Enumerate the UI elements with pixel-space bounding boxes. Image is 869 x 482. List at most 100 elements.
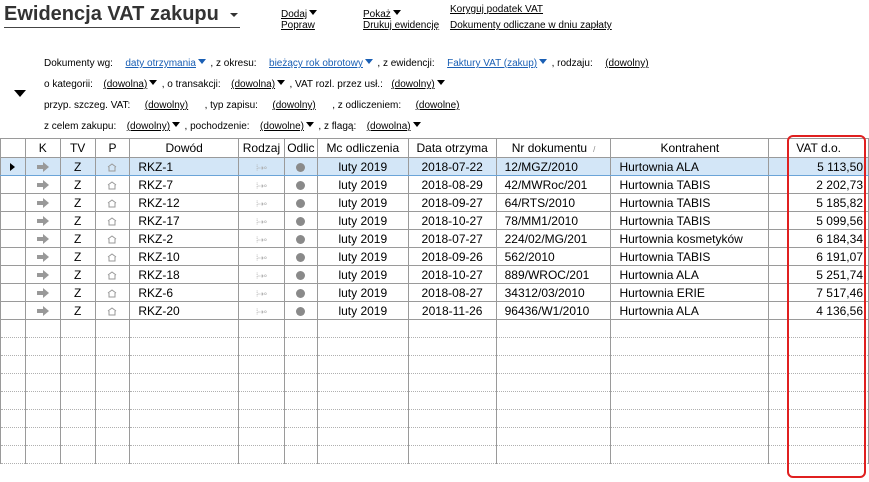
col-header-tv[interactable]: TV (59, 138, 96, 158)
k-cell[interactable] (24, 211, 61, 230)
kontrahent-cell[interactable]: Hurtownia ALA (610, 157, 770, 176)
documents-grid[interactable]: K TV P Dowód Rodzaj Odlic Mc odliczenia … (0, 138, 869, 482)
data-otrzyma-cell[interactable]: 2018-09-27 (407, 193, 497, 212)
odlic-cell[interactable] (283, 229, 318, 248)
row-indicator[interactable] (0, 265, 26, 284)
vat-do-cell[interactable]: 5 099,56 (768, 211, 869, 230)
row-indicator[interactable] (0, 247, 26, 266)
z-ewidencji-select[interactable]: Faktury VAT (zakup) (447, 58, 537, 69)
dowod-cell[interactable]: RKZ-2 (129, 229, 239, 248)
k-cell[interactable] (24, 265, 61, 284)
nr-dokumentu-cell[interactable]: 889/WROC/201 (495, 265, 612, 284)
tv-cell[interactable]: Z (59, 247, 96, 266)
title-dropdown-icon[interactable] (230, 13, 238, 17)
dokumenty-odliczane-link[interactable]: Dokumenty odliczane w dniu zapłaty (450, 20, 612, 31)
popraw-link[interactable]: Popraw (281, 20, 315, 31)
mc-odliczenia-cell[interactable]: luty 2019 (316, 229, 409, 248)
row-indicator[interactable] (0, 301, 26, 320)
p-cell[interactable] (94, 283, 131, 302)
nr-dokumentu-cell[interactable]: 562/2010 (495, 247, 612, 266)
nr-dokumentu-cell[interactable]: 78/MM1/2010 (495, 211, 612, 230)
mc-odliczenia-cell[interactable]: luty 2019 (316, 301, 409, 320)
nr-dokumentu-cell[interactable]: 64/RTS/2010 (495, 193, 612, 212)
data-otrzyma-cell[interactable]: 2018-10-27 (407, 211, 497, 230)
row-indicator[interactable] (0, 211, 26, 230)
vat-do-cell[interactable]: 2 202,73 (768, 175, 869, 194)
k-cell[interactable] (24, 157, 61, 176)
rodzaj-cell[interactable]: ⁞⇢∘ (237, 247, 285, 266)
data-otrzyma-cell[interactable]: 2018-07-22 (407, 157, 497, 176)
odlic-cell[interactable] (283, 193, 318, 212)
tv-cell[interactable]: Z (59, 301, 96, 320)
data-otrzyma-cell[interactable]: 2018-10-27 (407, 265, 497, 284)
tv-cell[interactable]: Z (59, 283, 96, 302)
odlic-cell[interactable] (283, 301, 318, 320)
odlic-cell[interactable] (283, 283, 318, 302)
k-cell[interactable] (24, 229, 61, 248)
mc-odliczenia-cell[interactable]: luty 2019 (316, 247, 409, 266)
dowod-cell[interactable]: RKZ-17 (129, 211, 239, 230)
nr-dokumentu-cell[interactable]: 34312/03/2010 (495, 283, 612, 302)
rodzaj-cell[interactable]: ⁞⇢∘ (237, 175, 285, 194)
rodzaj-cell[interactable]: ⁞⇢∘ (237, 301, 285, 320)
tv-cell[interactable]: Z (59, 229, 96, 248)
odlic-cell[interactable] (283, 211, 318, 230)
col-header-p[interactable]: P (94, 138, 131, 158)
o-transakcji-select[interactable]: (dowolna) (231, 79, 275, 90)
dowod-cell[interactable]: RKZ-6 (129, 283, 239, 302)
odlic-cell[interactable] (283, 157, 318, 176)
tv-cell[interactable]: Z (59, 265, 96, 284)
rodzaj-cell[interactable]: ⁞⇢∘ (237, 157, 285, 176)
z-okresu-dropdown-icon[interactable] (364, 59, 373, 65)
kontrahent-cell[interactable]: Hurtownia TABIS (610, 193, 770, 212)
rodzaj-cell[interactable]: ⁞⇢∘ (237, 283, 285, 302)
table-row[interactable]: Z RKZ-6 ⁞⇢∘ luty 2019 2018-08-27 34312/03/201… (0, 283, 869, 302)
o-kategorii-dropdown-icon[interactable] (149, 80, 158, 86)
nr-dokumentu-cell[interactable]: 96436/W1/2010 (495, 301, 612, 320)
nr-dokumentu-cell[interactable]: 12/MGZ/2010 (495, 157, 612, 176)
tv-cell[interactable]: Z (59, 211, 96, 230)
tv-cell[interactable]: Z (59, 175, 96, 194)
p-cell[interactable] (94, 193, 131, 212)
kontrahent-cell[interactable]: Hurtownia ERIE (610, 283, 770, 302)
dokumenty-wg-select[interactable]: daty otrzymania (125, 58, 196, 69)
z-odliczeniem-select[interactable]: (dowolne) (416, 100, 460, 111)
z-flaga-dropdown-icon[interactable] (412, 122, 421, 128)
col-header-nr-dokumentu[interactable]: Nr dokumentu / (495, 138, 612, 158)
kontrahent-cell[interactable]: Hurtownia TABIS (610, 175, 770, 194)
dodaj-link[interactable]: Dodaj (281, 9, 307, 20)
data-otrzyma-cell[interactable]: 2018-08-29 (407, 175, 497, 194)
col-header-data-otrzyma[interactable]: Data otrzyma (407, 138, 497, 158)
kontrahent-cell[interactable]: Hurtownia kosmetyków (610, 229, 770, 248)
vat-do-cell[interactable]: 7 517,46 (768, 283, 869, 302)
mc-odliczenia-cell[interactable]: luty 2019 (316, 211, 409, 230)
data-otrzyma-cell[interactable]: 2018-11-26 (407, 301, 497, 320)
vat-do-cell[interactable]: 5 113,50 (768, 157, 869, 176)
pokaz-link[interactable]: Pokaż (363, 9, 391, 20)
dowod-cell[interactable]: RKZ-1 (129, 157, 239, 176)
col-header-vat-do[interactable]: VAT d.o. (768, 138, 869, 158)
k-cell[interactable] (24, 283, 61, 302)
odlic-cell[interactable] (283, 175, 318, 194)
z-flaga-select[interactable]: (dowolna) (367, 121, 411, 132)
drukuj-ewidencje-link[interactable]: Drukuj ewidencję (363, 20, 439, 31)
koryguj-vat-link[interactable]: Koryguj podatek VAT (450, 4, 543, 15)
row-indicator[interactable] (0, 283, 26, 302)
row-indicator[interactable] (0, 229, 26, 248)
z-ewidencji-dropdown-icon[interactable] (539, 59, 548, 65)
pochodzenie-dropdown-icon[interactable] (305, 122, 314, 128)
table-row[interactable]: Z RKZ-18 ⁞⇢∘ luty 2019 2018-10-27 889/WROC/20… (0, 265, 869, 284)
p-cell[interactable] (94, 157, 131, 176)
mc-odliczenia-cell[interactable]: luty 2019 (316, 265, 409, 284)
vat-rozl-select[interactable]: (dowolny) (391, 79, 434, 90)
row-indicator[interactable] (0, 157, 26, 176)
odlic-cell[interactable] (283, 247, 318, 266)
table-row[interactable]: Z RKZ-7 ⁞⇢∘ luty 2019 2018-08-29 42/MWRoc/201… (0, 175, 869, 194)
p-cell[interactable] (94, 301, 131, 320)
col-header-rodzaj[interactable]: Rodzaj (237, 138, 285, 158)
odlic-cell[interactable] (283, 265, 318, 284)
col-header-dowod[interactable]: Dowód (129, 138, 239, 158)
row-indicator[interactable] (0, 193, 26, 212)
dowod-cell[interactable]: RKZ-20 (129, 301, 239, 320)
o-kategorii-select[interactable]: (dowolna) (103, 79, 147, 90)
